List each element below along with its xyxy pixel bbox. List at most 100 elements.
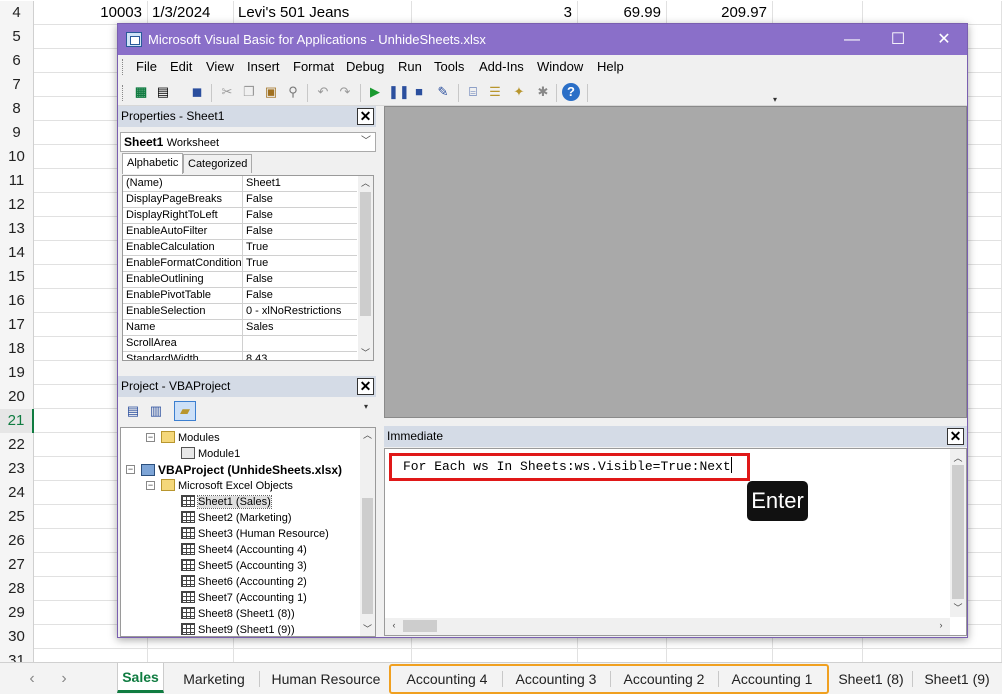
tree-node[interactable]: Sheet7 (Accounting 1) [181, 590, 307, 606]
menu-insert[interactable]: Insert [247, 55, 280, 79]
tree-node[interactable]: Modules [161, 430, 220, 446]
property-value[interactable]: Sales [244, 320, 357, 336]
sheet-tab-sheet1-8[interactable]: Sheet1 (8) [832, 665, 910, 693]
sheet-cell[interactable]: 1/3/2024 [148, 1, 234, 25]
row-header[interactable]: 26 [0, 529, 34, 553]
tab-alphabetic[interactable]: Alphabetic [122, 153, 184, 174]
row-header[interactable]: 19 [0, 361, 34, 385]
row-header[interactable]: 20 [0, 385, 34, 409]
property-value[interactable]: True [244, 240, 357, 256]
tree-node[interactable]: Microsoft Excel Objects [161, 478, 293, 494]
paste-icon[interactable]: ▣ [262, 83, 280, 101]
property-row[interactable]: EnableSelection 0 - xlNoRestrictions [123, 304, 357, 320]
collapse-icon[interactable]: − [126, 465, 135, 474]
row-header[interactable]: 5 [0, 25, 34, 49]
minimize-button[interactable]: — [829, 24, 875, 55]
property-row[interactable]: Name Sales [123, 320, 357, 336]
row-header[interactable]: 22 [0, 433, 34, 457]
property-row[interactable]: (Name) Sheet1 [123, 176, 357, 192]
view-code-icon[interactable]: ▤ [124, 402, 142, 420]
scrollbar-thumb[interactable] [952, 465, 964, 599]
scroll-up-icon[interactable]: ︿ [360, 428, 375, 442]
row-header[interactable]: 10 [0, 145, 34, 169]
row-header[interactable]: 29 [0, 601, 34, 625]
tree-node[interactable]: Sheet8 (Sheet1 (8)) [181, 606, 295, 622]
immediate-window[interactable]: For Each ws In Sheets:ws.Visible=True:Ne… [384, 448, 967, 636]
collapse-icon[interactable]: − [146, 481, 155, 490]
menu-tools[interactable]: Tools [434, 55, 464, 79]
find-icon[interactable]: ⚲ [284, 83, 302, 101]
row-header[interactable]: 30 [0, 625, 34, 649]
sheet-cell[interactable]: 69.99 [578, 1, 667, 25]
sheet-cell[interactable] [863, 1, 1002, 25]
row-header[interactable]: 16 [0, 289, 34, 313]
scroll-down-icon[interactable]: ﹀ [360, 622, 375, 636]
properties-icon[interactable]: ☰ [486, 83, 504, 101]
row-header[interactable]: 13 [0, 217, 34, 241]
property-value[interactable]: False [244, 272, 357, 288]
menu-view[interactable]: View [206, 55, 234, 79]
row-header[interactable]: 11 [0, 169, 34, 193]
tree-node[interactable]: Sheet2 (Marketing) [181, 510, 292, 526]
row-header[interactable]: 6 [0, 49, 34, 73]
insert-module-icon[interactable]: ▤ [154, 83, 172, 101]
property-row[interactable]: ScrollArea [123, 336, 357, 352]
property-row[interactable]: EnableAutoFilter False [123, 224, 357, 240]
toolbox-icon[interactable]: ✱ [534, 83, 552, 101]
menu-debug[interactable]: Debug [346, 55, 384, 79]
property-value[interactable] [244, 336, 357, 352]
scrollbar-thumb[interactable] [362, 498, 373, 614]
menu-run[interactable]: Run [398, 55, 422, 79]
undo-icon[interactable]: ↶ [314, 83, 332, 101]
property-value[interactable]: 0 - xlNoRestrictions [244, 304, 357, 320]
sheet-cell[interactable]: Levi's 501 Jeans [234, 1, 412, 25]
help-icon[interactable]: ? [562, 83, 580, 101]
property-value[interactable]: False [244, 192, 357, 208]
scroll-right-icon[interactable]: › [934, 618, 948, 635]
property-row[interactable]: DisplayPageBreaks False [123, 192, 357, 208]
properties-object-dropdown[interactable]: Sheet1 Worksheet ﹀ [120, 132, 376, 152]
row-header[interactable]: 8 [0, 97, 34, 121]
property-row[interactable]: DisplayRightToLeft False [123, 208, 357, 224]
row-header[interactable]: 27 [0, 553, 34, 577]
row-header[interactable]: 24 [0, 481, 34, 505]
property-value[interactable]: False [244, 288, 357, 304]
row-header[interactable]: 21 [0, 409, 34, 433]
row-header[interactable]: 7 [0, 73, 34, 97]
immediate-close-icon[interactable]: ✕ [947, 428, 964, 445]
row-header[interactable]: 25 [0, 505, 34, 529]
sheet-cell[interactable] [773, 1, 863, 25]
property-row[interactable]: EnableOutlining False [123, 272, 357, 288]
project-toolbar-overflow-icon[interactable]: ▾ [364, 402, 368, 411]
properties-close-icon[interactable]: ✕ [357, 108, 374, 125]
tree-node[interactable]: Sheet6 (Accounting 2) [181, 574, 307, 590]
collapse-icon[interactable]: − [146, 433, 155, 442]
maximize-button[interactable]: ☐ [875, 24, 921, 55]
tab-scroll-right-button[interactable]: › [54, 669, 74, 689]
object-browser-icon[interactable]: ✦ [510, 83, 528, 101]
copy-icon[interactable]: ❐ [240, 83, 258, 101]
row-header[interactable]: 12 [0, 193, 34, 217]
reset-icon[interactable]: ■ [410, 83, 428, 101]
project-explorer-icon[interactable]: ⌸ [464, 83, 482, 101]
sheet-tab-human-resource[interactable]: Human Resource [266, 665, 386, 693]
tree-node[interactable]: Sheet9 (Sheet1 (9)) [181, 622, 295, 636]
properties-scrollbar[interactable]: ︿ ﹀ [358, 176, 373, 360]
row-header[interactable]: 14 [0, 241, 34, 265]
tree-node[interactable]: Sheet1 (Sales) [181, 494, 272, 510]
break-icon[interactable]: ❚❚ [388, 83, 410, 101]
sheet-cell[interactable]: 209.97 [667, 1, 773, 25]
tree-node[interactable]: Sheet5 (Accounting 3) [181, 558, 307, 574]
code-window-area[interactable] [384, 106, 967, 418]
immediate-vertical-scrollbar[interactable]: ︿ ﹀ [950, 449, 966, 617]
sheet-cell[interactable]: 10003 [35, 1, 148, 25]
property-value[interactable]: False [244, 208, 357, 224]
row-header[interactable]: 15 [0, 265, 34, 289]
project-scrollbar[interactable]: ︿ ﹀ [360, 428, 375, 636]
view-object-icon[interactable]: ▥ [147, 402, 165, 420]
scroll-down-icon[interactable]: ﹀ [950, 601, 966, 615]
close-button[interactable]: ✕ [921, 24, 967, 55]
excel-icon[interactable]: ▦ [132, 83, 150, 101]
property-row[interactable]: EnablePivotTable False [123, 288, 357, 304]
menu-edit[interactable]: Edit [170, 55, 192, 79]
